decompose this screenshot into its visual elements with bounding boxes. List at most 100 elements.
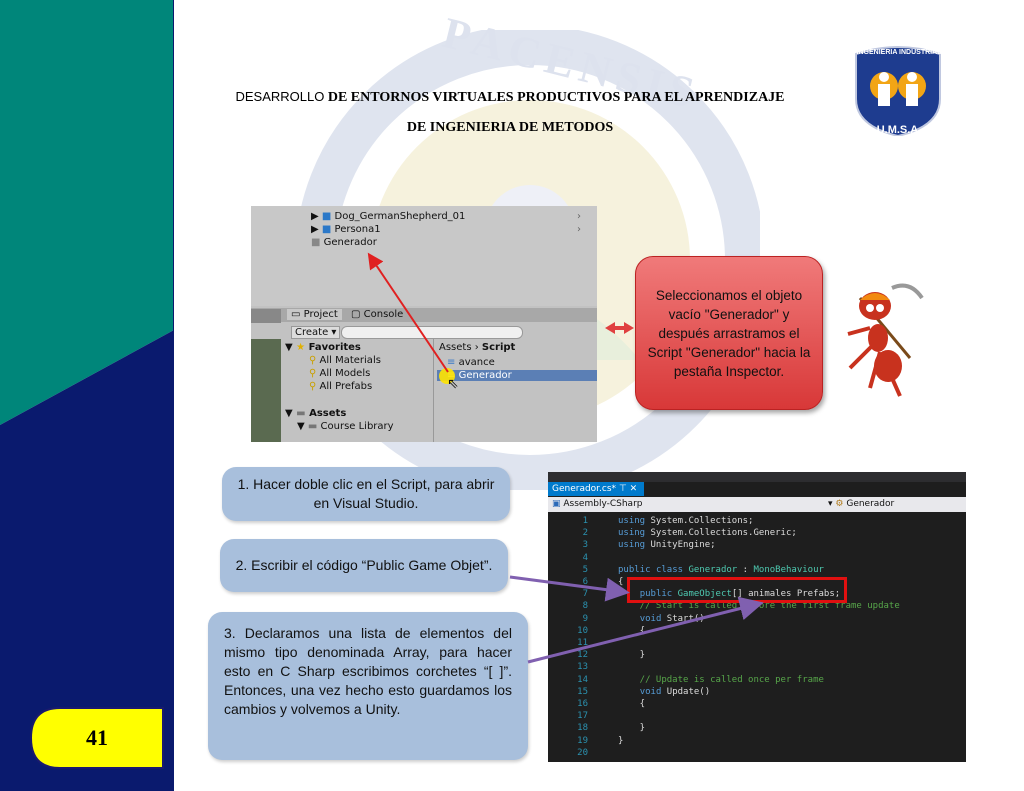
line-number: 4 (582, 552, 588, 563)
line-number: 13 (577, 662, 588, 673)
code-line[interactable]: // Update is called once per frame (618, 675, 824, 685)
close-icon[interactable]: ✕ (630, 484, 638, 494)
code-line[interactable]: using System.Collections.Generic; (618, 528, 797, 538)
pin-icon: ⊤ (618, 484, 627, 494)
editor-topbar (548, 472, 966, 482)
hierarchy-label: Persona1 (334, 224, 381, 235)
favorite-label: All Prefabs (319, 381, 373, 392)
hierarchy-item-generador[interactable]: ■ Generador (311, 237, 377, 248)
favorites-header[interactable]: ▼ ★ Favorites (285, 342, 361, 353)
logo-bottom-text: U.M.S.A. (876, 124, 922, 136)
hierarchy-item-dog[interactable]: ▶ ■ Dog_GermanShepherd_01 (311, 211, 465, 222)
line-number: 16 (577, 699, 588, 709)
line-number: 3 (582, 540, 588, 551)
breadcrumb-root[interactable]: Assets (439, 342, 472, 353)
class-icon: ⚙ (835, 499, 844, 509)
asset-folder[interactable]: ▼ ▬ Course Library (297, 421, 394, 432)
line-number: 5 (582, 564, 588, 575)
header-line2-text: DE INGENIERIA DE METODOS (406, 120, 614, 135)
unity-editor-screenshot: ▶ ■ Dog_GermanShepherd_01 ▶ ■ Persona1 ■… (251, 206, 597, 442)
favorite-item[interactable]: ⚲ All Materials (309, 355, 381, 366)
member-label: Generador (846, 499, 895, 509)
line-number: 19 (577, 735, 588, 746)
step-1-box: 1. Hacer doble clic en el Script, para a… (222, 467, 510, 521)
ant-mascot-illustration (847, 283, 924, 397)
code-line[interactable]: { (618, 577, 623, 587)
code-line[interactable]: public class Generador : MonoBehaviour (618, 565, 824, 575)
member-dropdown[interactable]: ▾ ⚙ Generador (828, 497, 894, 512)
project-search-input[interactable] (341, 326, 523, 339)
hierarchy-item-persona[interactable]: ▶ ■ Persona1 (311, 224, 381, 235)
header-bold: DE ENTORNOS VIRTUALES PRODUCTIVOS PARA E… (327, 90, 785, 105)
scene-view-stub (251, 339, 281, 442)
search-icon: ⚲ (309, 355, 317, 366)
console-icon: ▢ (351, 309, 361, 320)
code-line[interactable]: } (618, 650, 645, 660)
create-button[interactable]: Create ▾ (291, 326, 341, 339)
assets-label: Assets (309, 408, 347, 419)
folder-icon: ▬ (296, 408, 306, 419)
tab-console[interactable]: ▢ Console (351, 309, 403, 320)
code-line[interactable]: } (618, 723, 645, 733)
line-number: 8 (582, 601, 588, 612)
step-3-text: 3. Declaramos una lista de elementos del… (224, 625, 512, 717)
code-line[interactable]: using System.Collections; (618, 516, 753, 526)
script-icon: ≡ (447, 357, 456, 368)
mouse-pointer-icon: ⇖ (447, 376, 459, 392)
editor-navbar: ▣ Assembly-CSharp ▾ ⚙ Generador (548, 497, 966, 512)
star-icon: ★ (296, 342, 306, 353)
step-2-text: 2. Escribir el código “Public Game Objet… (235, 557, 493, 573)
tab-project[interactable]: ▭ Project (287, 309, 342, 320)
line-number: 1 (582, 516, 588, 526)
header-title-line2: DE INGENIERIA DE METODOS (190, 120, 830, 136)
line-number: 17 (577, 711, 588, 722)
logo-top-text: INGENIERIA INDUSTRIAL (856, 49, 942, 56)
project-dropdown[interactable]: ▣ Assembly-CSharp (552, 497, 643, 512)
line-number: 9 (582, 613, 588, 624)
chevron-right-icon: › (577, 211, 581, 222)
breadcrumb: Assets › Script (439, 342, 516, 353)
scene-tab-stub (251, 309, 281, 323)
code-line[interactable]: void Start() (618, 614, 705, 624)
line-number: 7 (582, 589, 588, 600)
breadcrumb-current[interactable]: Script (482, 342, 515, 353)
hierarchy-label: Generador (323, 237, 377, 248)
script-file-generador[interactable]: ≡ Generador (437, 370, 597, 381)
favorite-label: All Models (319, 368, 371, 379)
faculty-logo (855, 46, 941, 136)
code-line[interactable]: } (618, 736, 623, 746)
favorite-item[interactable]: ⚲ All Prefabs (309, 381, 372, 392)
line-number: 6 (582, 577, 588, 587)
expand-arrow-icon: ▶ (311, 211, 322, 222)
code-highlight-box (627, 577, 847, 603)
tab-console-label: Console (363, 309, 404, 320)
step-2-box: 2. Escribir el código “Public Game Objet… (220, 539, 508, 592)
code-line[interactable]: { (618, 699, 645, 709)
script-file-avance[interactable]: ≡ avance (447, 357, 587, 368)
cube-icon: ■ (321, 211, 332, 222)
line-number: 2 (582, 528, 588, 539)
line-number: 11 (577, 638, 588, 648)
favorites-label: Favorites (308, 342, 361, 353)
code-line[interactable]: void Update() (618, 687, 710, 697)
cube-icon: ■ (321, 224, 332, 235)
expand-arrow-icon: ▶ (311, 224, 322, 235)
page-number: 41 (86, 725, 108, 750)
asset-folder-label: Course Library (320, 421, 394, 432)
step-3-box: 3. Declaramos una lista de elementos del… (208, 612, 528, 760)
hierarchy-label: Dog_GermanShepherd_01 (334, 211, 466, 222)
tab-project-label: Project (303, 309, 338, 320)
code-line[interactable]: using UnityEngine; (618, 540, 716, 550)
header-lead: DESARROLLO (235, 89, 325, 104)
favorite-label: All Materials (319, 355, 381, 366)
editor-tab-generador[interactable]: Generador.cs* ⊤ ✕ (548, 482, 644, 496)
assets-header[interactable]: ▼ ▬ Assets (285, 408, 346, 419)
callout-red-text: Seleccionamos el objeto vacío "Generador… (647, 287, 811, 379)
chevron-right-icon: › (577, 224, 581, 235)
line-number: 12 (577, 650, 588, 661)
line-number: 18 (577, 723, 588, 734)
code-line[interactable]: { (618, 626, 645, 636)
search-icon: ⚲ (309, 381, 317, 392)
favorite-item[interactable]: ⚲ All Models (309, 368, 370, 379)
visual-studio-code-screenshot: Generador.cs* ⊤ ✕ ▣ Assembly-CSharp ▾ ⚙ … (548, 472, 966, 762)
